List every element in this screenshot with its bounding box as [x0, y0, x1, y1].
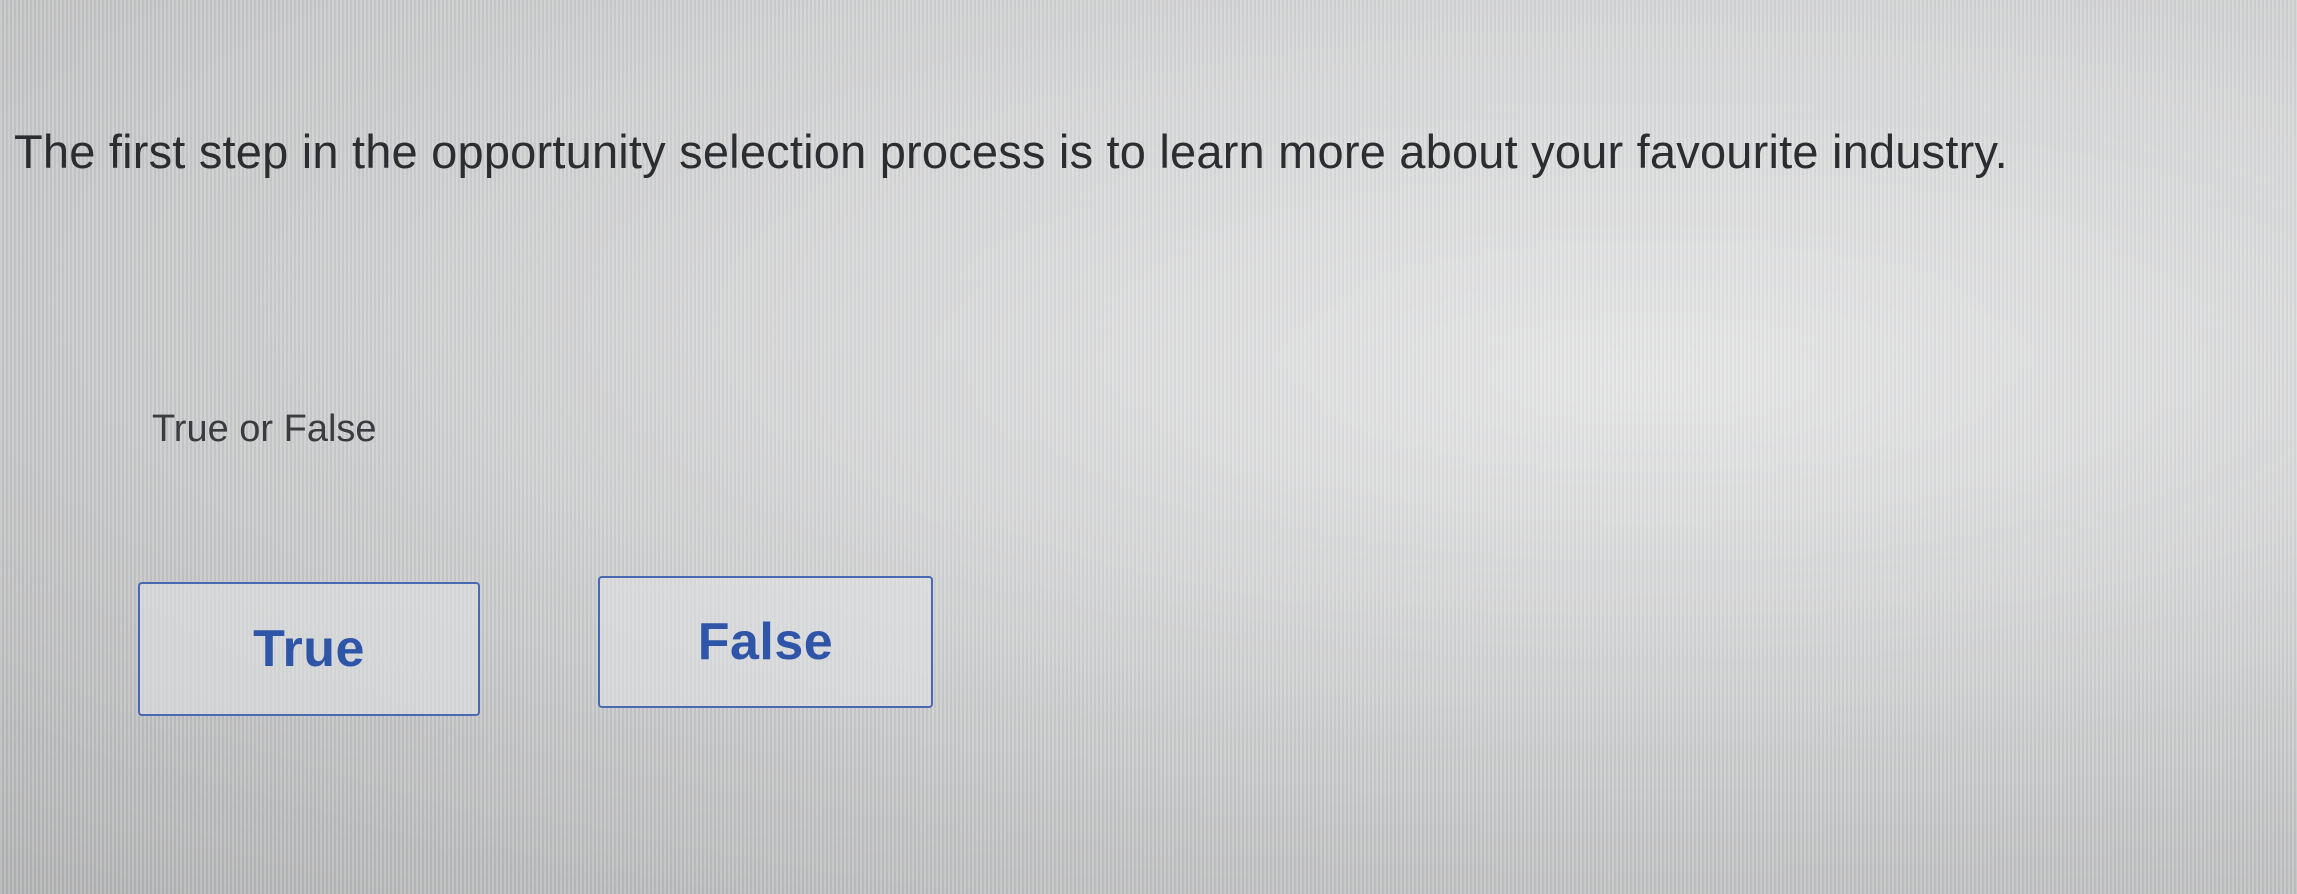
- question-type-label: True or False: [152, 408, 377, 450]
- true-answer-label: True: [253, 620, 365, 678]
- false-answer-label: False: [697, 613, 834, 671]
- true-answer-button[interactable]: True: [138, 582, 480, 716]
- question-text: The first step in the opportunity select…: [14, 125, 2008, 178]
- false-answer-button[interactable]: False: [598, 576, 933, 708]
